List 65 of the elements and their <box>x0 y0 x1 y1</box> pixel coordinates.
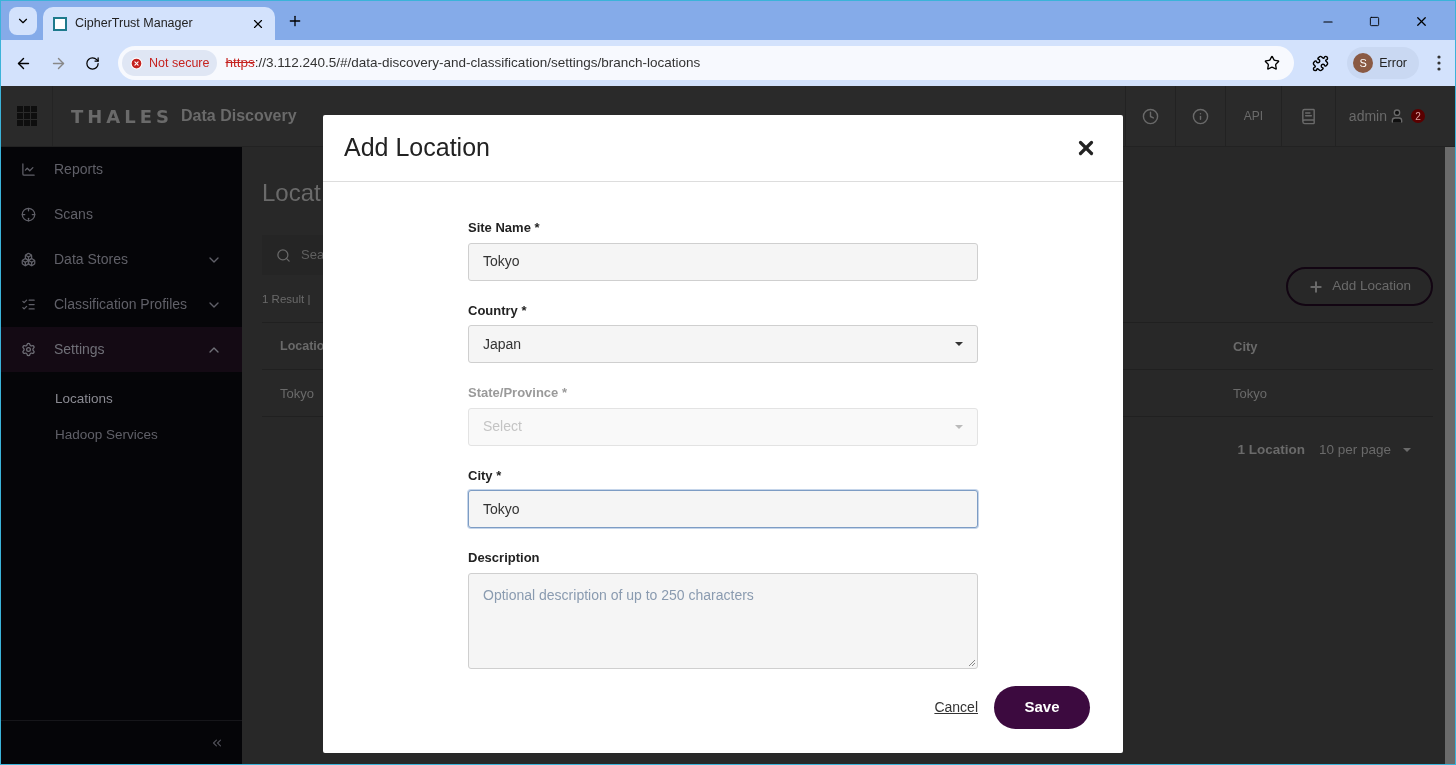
caret-icon <box>1403 448 1411 453</box>
result-summary: 1 Result | <box>262 292 312 307</box>
caret-icon <box>955 342 963 346</box>
profile-label: Error <box>1379 54 1407 72</box>
api-link[interactable]: API <box>1243 107 1264 125</box>
list-icon <box>21 297 36 312</box>
per-page-select[interactable]: 10 per page <box>1318 440 1411 461</box>
security-chip[interactable]: Not secure <box>122 50 218 76</box>
avatar: S <box>1353 53 1374 73</box>
sidebar-item[interactable]: Data Stores <box>1 237 242 282</box>
url-text: https://3.112.240.5/#/data-discovery-and-classification/settings/branch-locations <box>225 53 701 72</box>
brand-logo: THALES <box>71 104 173 129</box>
sidebar-item[interactable]: Classification Profiles <box>1 282 242 327</box>
notification-badge[interactable]: 2 <box>1411 109 1425 123</box>
crosshair-icon <box>21 207 36 222</box>
docs-icon[interactable] <box>1300 107 1317 125</box>
user-name[interactable]: admin <box>1348 105 1387 127</box>
history-icon[interactable] <box>1142 107 1159 125</box>
cancel-link[interactable]: Cancel <box>934 696 978 718</box>
extensions-icon[interactable] <box>1312 54 1330 72</box>
field-label: State/Province * <box>468 384 568 402</box>
caret-icon <box>955 424 963 429</box>
text-field[interactable]: Tokyo <box>468 490 978 528</box>
field-label: Description <box>468 549 541 567</box>
sidebar-item[interactable]: Reports <box>1 147 242 192</box>
field-label: Country * <box>468 301 528 320</box>
new-tab-icon[interactable] <box>287 13 303 29</box>
resize-handle-icon[interactable] <box>968 658 976 667</box>
browser-tab[interactable]: CipherTrust Manager <box>43 7 275 40</box>
dialog-title: Add Location <box>344 132 490 164</box>
sidebar-subitem[interactable]: Hadoop Services <box>1 417 242 453</box>
sidebar-subitem[interactable]: Locations <box>1 381 242 417</box>
text-field[interactable]: Tokyo <box>468 242 978 281</box>
sidebar-item[interactable]: Settings <box>1 327 242 372</box>
menu-icon[interactable] <box>1437 55 1441 71</box>
close-icon[interactable] <box>1414 14 1429 29</box>
page-title: Locat <box>262 178 322 208</box>
maximize-icon[interactable] <box>1369 16 1380 27</box>
save-button[interactable]: Save <box>994 685 1090 729</box>
column-header[interactable]: Locatio <box>280 336 325 356</box>
tab-favicon-icon <box>53 16 67 31</box>
scrollbar[interactable] <box>1445 147 1455 764</box>
table-cell-text: Tokyo <box>280 384 315 403</box>
warning-icon <box>130 56 143 70</box>
address-bar[interactable]: Not secure https://3.112.240.5/#/data-discovery-and-classification/settings/branch-locations <box>118 46 1295 80</box>
product-title: Data Discovery <box>181 106 297 126</box>
gears-icon <box>21 342 36 357</box>
description-field[interactable]: Optional description of up to 250 characters <box>468 572 978 669</box>
select-field[interactable]: Japan <box>468 325 978 363</box>
field-label: City * <box>468 466 503 485</box>
sidebar-item[interactable]: Scans <box>1 192 242 237</box>
add-location-button[interactable]: Add Location <box>1286 267 1433 306</box>
info-icon[interactable] <box>1192 107 1209 125</box>
profile-chip[interactable]: S Error <box>1347 47 1419 79</box>
column-header[interactable]: City <box>1233 336 1433 356</box>
tab-title: CipherTrust Manager <box>75 15 194 33</box>
table-cell-text: Tokyo <box>1233 384 1268 403</box>
line-chart-icon <box>21 162 36 177</box>
search-icon <box>276 247 291 263</box>
user-icon[interactable] <box>1389 108 1405 124</box>
bookmark-star-icon[interactable] <box>1264 55 1281 71</box>
result-count: 1 Location <box>1237 441 1305 460</box>
field-label: Site Name * <box>468 219 541 237</box>
reload-icon[interactable] <box>85 55 100 71</box>
boxes-icon <box>21 252 36 267</box>
